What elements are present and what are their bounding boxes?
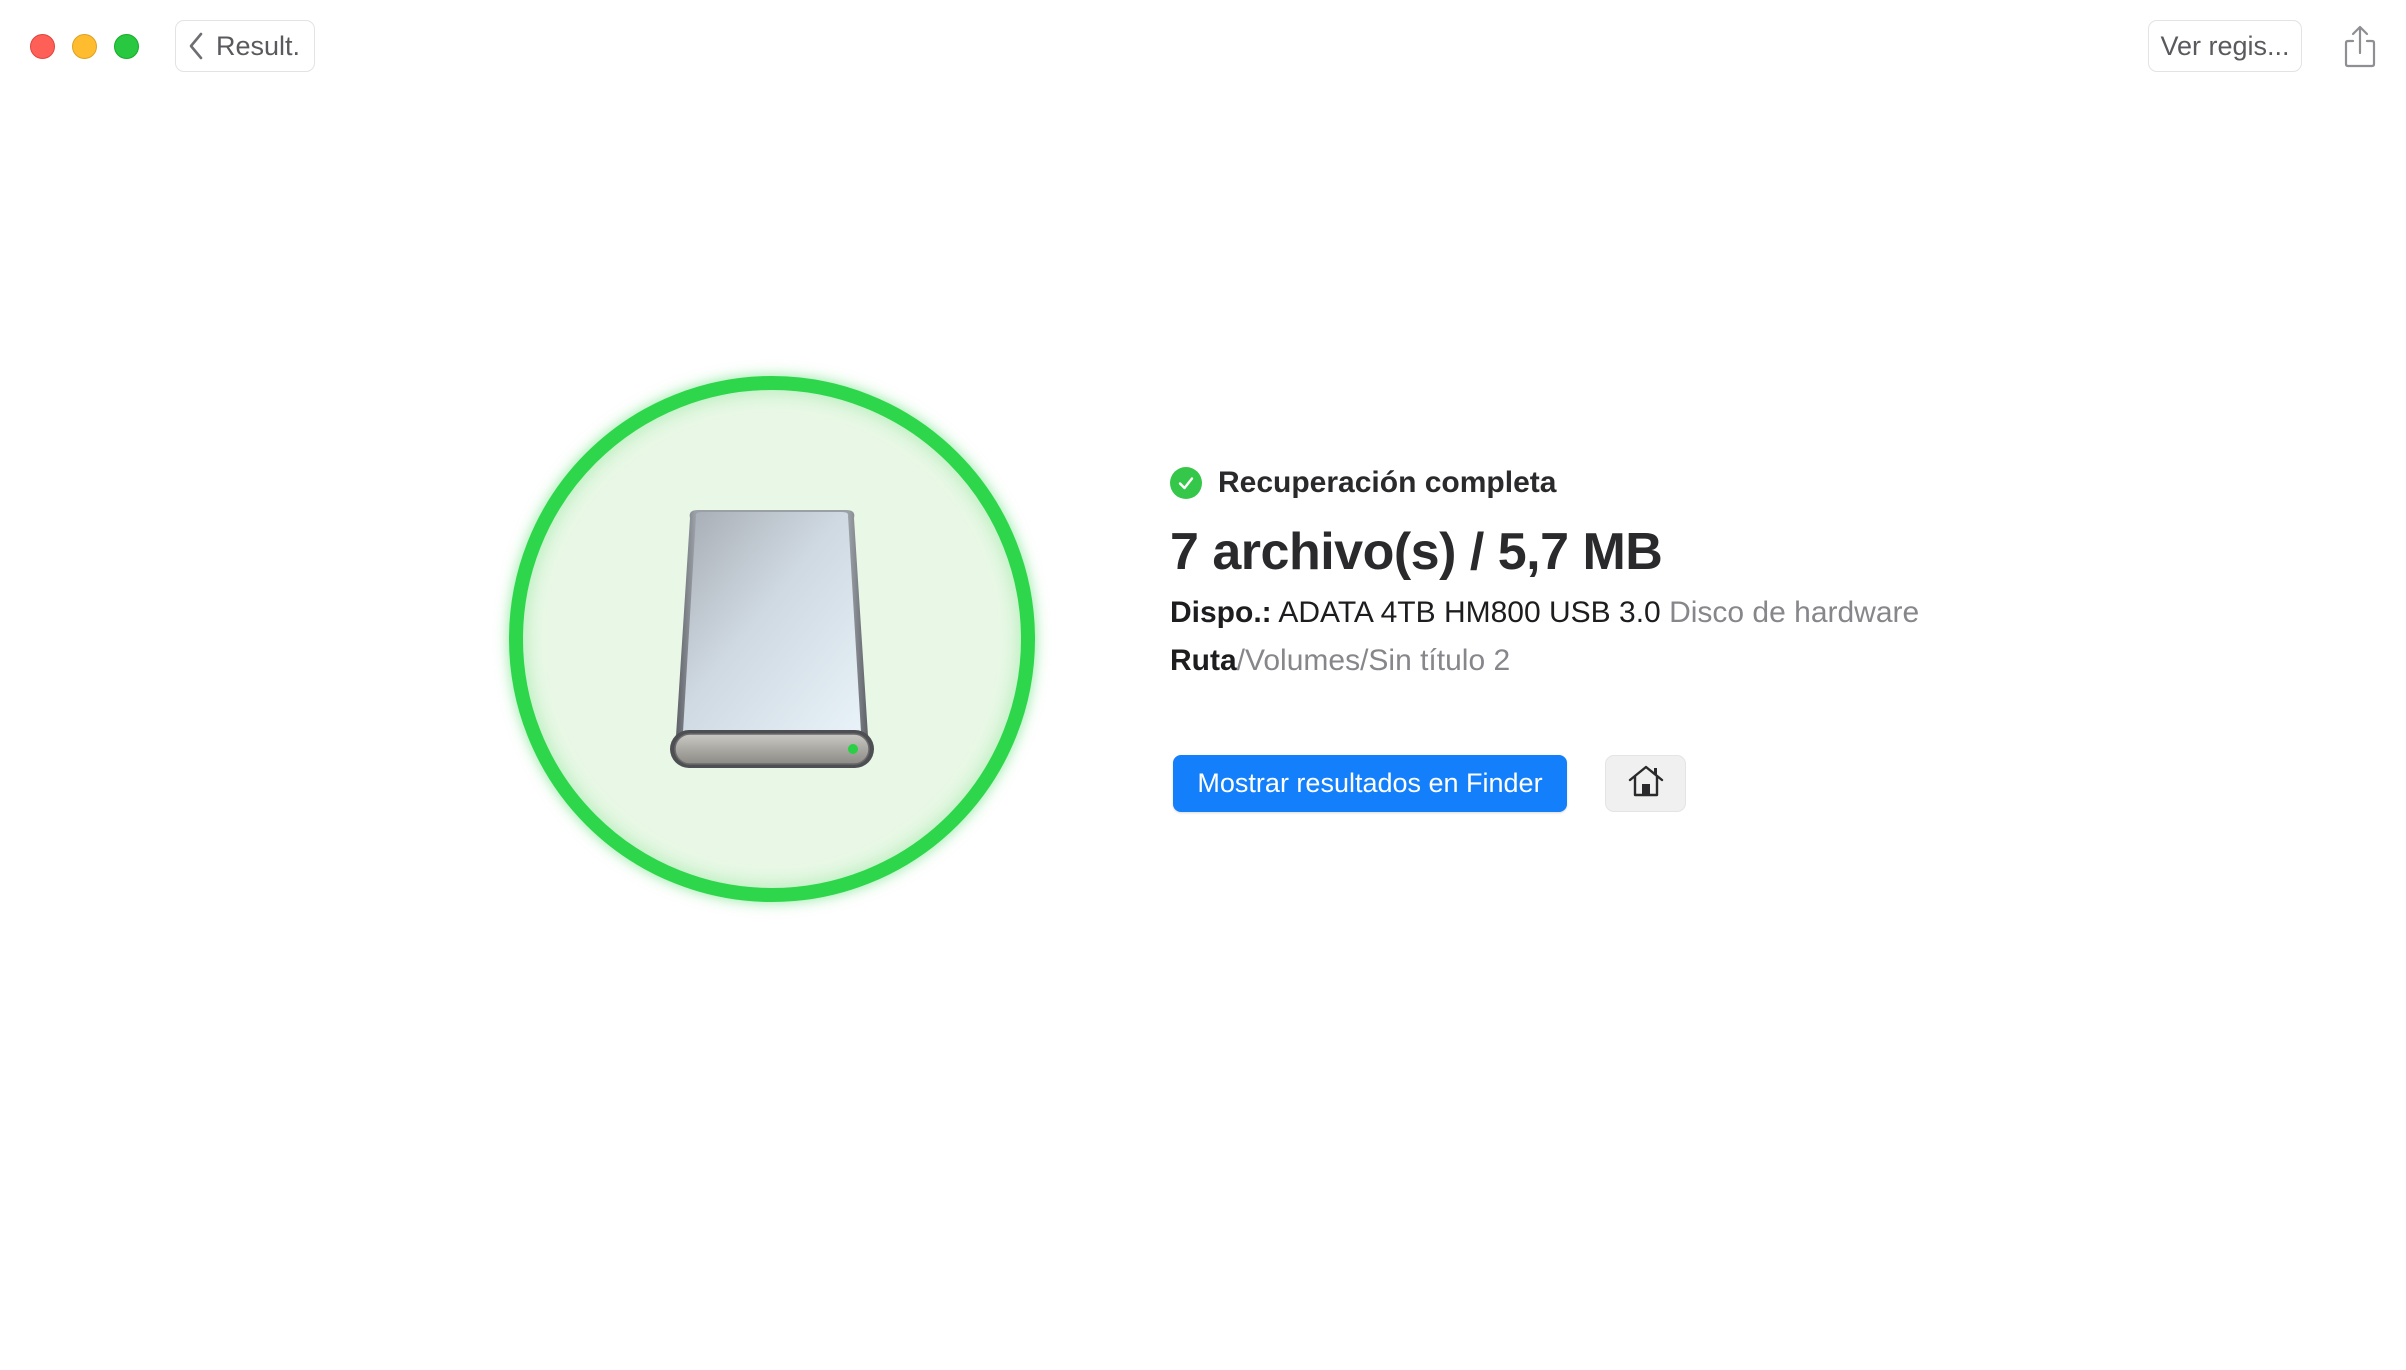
external-drive-icon	[642, 510, 902, 770]
close-window-button[interactable]	[30, 34, 55, 59]
actions-row: Mostrar resultados en Finder	[1173, 755, 1686, 812]
device-line: Dispo.: ADATA 4TB HM800 USB 3.0 Disco de…	[1170, 596, 1919, 630]
app-window: Result. Ver regis... Recuperación comple…	[0, 0, 2406, 1370]
home-icon	[1627, 764, 1665, 803]
device-name: ADATA 4TB HM800 USB 3.0	[1278, 596, 1661, 629]
minimize-window-button[interactable]	[72, 34, 97, 59]
status-text: Recuperación completa	[1218, 466, 1557, 499]
back-button-label: Result.	[216, 30, 301, 61]
show-in-finder-button[interactable]: Mostrar resultados en Finder	[1173, 755, 1567, 812]
device-label: Dispo.:	[1170, 596, 1272, 629]
path-value: /Volumes/Sin título 2	[1236, 644, 1511, 677]
view-log-button[interactable]: Ver regis...	[2148, 20, 2302, 72]
status-row: Recuperación completa	[1170, 462, 1919, 504]
path-label: Ruta	[1170, 644, 1237, 677]
share-icon[interactable]	[2340, 24, 2380, 70]
recovered-summary: 7 archivo(s) / 5,7 MB	[1170, 523, 1663, 581]
path-line: Ruta/Volumes/Sin título 2	[1170, 644, 1919, 678]
checkmark-circle-icon	[1170, 467, 1202, 499]
chevron-left-icon	[188, 32, 204, 60]
device-type: Disco de hardware	[1669, 596, 1920, 629]
result-info: Recuperación completa 7 archivo(s) / 5,7…	[1170, 462, 1919, 678]
window-controls	[30, 34, 139, 59]
home-button[interactable]	[1605, 755, 1686, 812]
back-button[interactable]: Result.	[175, 20, 316, 72]
maximize-window-button[interactable]	[114, 34, 139, 59]
